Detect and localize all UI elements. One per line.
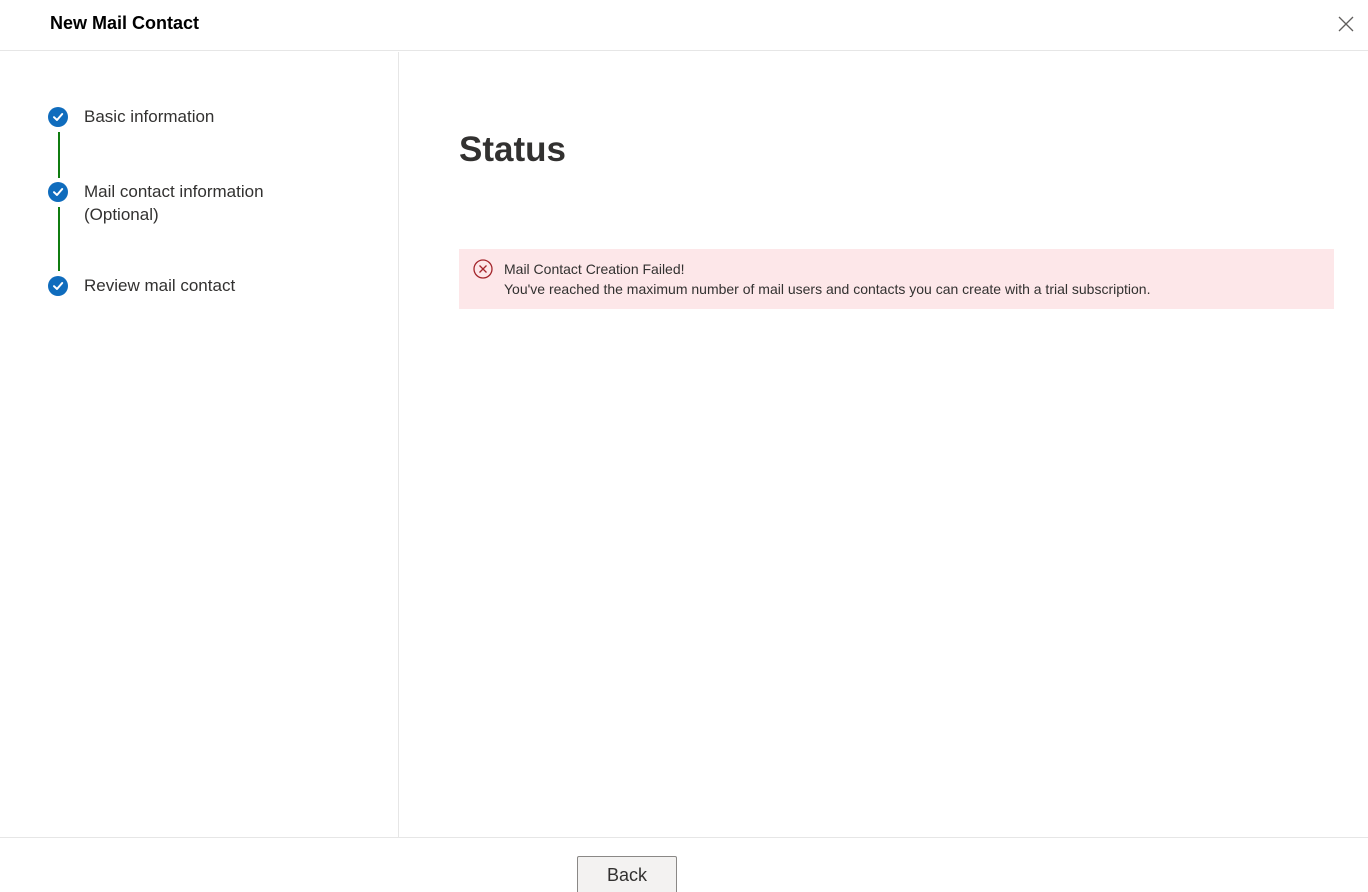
step-mail-contact-information[interactable]: Mail contact information (Optional) [48, 182, 314, 226]
step-label: Review mail contact [84, 276, 236, 295]
step-review-mail-contact[interactable]: Review mail contact [48, 276, 314, 297]
step-label: Basic information [84, 107, 215, 126]
error-message-bar: Mail Contact Creation Failed! You've rea… [459, 249, 1334, 309]
step-label: Mail contact information (Optional) [84, 182, 264, 224]
error-message: You've reached the maximum number of mai… [504, 281, 1151, 297]
dialog-title: New Mail Contact [50, 13, 200, 33]
close-button[interactable] [1334, 12, 1358, 36]
step-completed-check-icon [48, 276, 68, 296]
close-icon [1338, 16, 1354, 32]
step-completed-check-icon [48, 182, 68, 202]
wizard-steps-sidebar: Basic information Mail contact informati… [0, 52, 399, 837]
main-content: Status Mail Contact Creation Failed! You… [399, 52, 1368, 837]
page-title: Status [459, 130, 566, 169]
step-connector [58, 132, 60, 178]
step-completed-check-icon [48, 107, 68, 127]
error-circle-icon [473, 259, 493, 279]
back-button[interactable]: Back [577, 856, 677, 892]
dialog-footer: Back [0, 837, 1368, 892]
error-title: Mail Contact Creation Failed! [504, 261, 685, 277]
new-mail-contact-dialog: New Mail Contact Basic information Mail … [0, 0, 1368, 892]
step-basic-information[interactable]: Basic information [48, 107, 314, 128]
dialog-header: New Mail Contact [0, 0, 1368, 51]
